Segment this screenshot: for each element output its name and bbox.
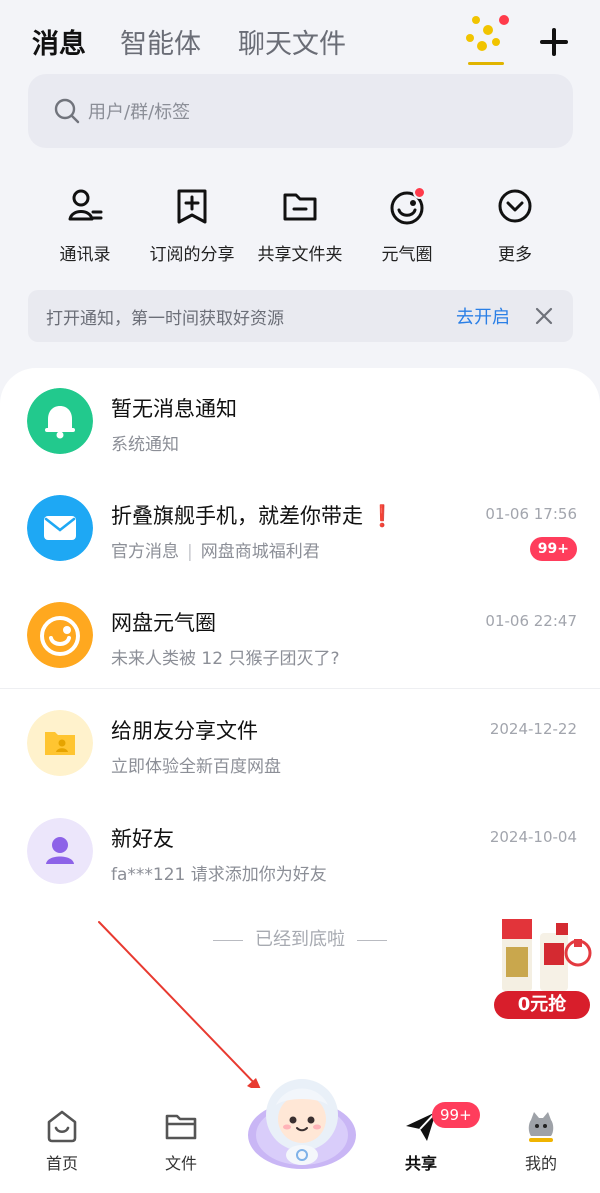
search-bar[interactable] [28,74,573,148]
list-item-subtitle: fa***121 请求添加你为好友 [111,865,327,885]
vitality-circle-dot [413,186,426,199]
official-subtitle-source: 官方消息 [111,542,179,562]
more-chevron-icon [498,189,532,223]
annotation-arrow-icon [98,921,263,1094]
list-item-new-friend[interactable]: 新好友 fa***121 请求添加你为好友 2024-10-04 [0,798,600,906]
list-item-title: 网盘元气圈 [111,611,216,635]
folder-icon [165,1114,197,1140]
list-item-time: 2024-10-04 [489,828,577,846]
list-item-time: 01-06 22:47 [485,612,577,630]
mini-game-icon[interactable] [462,12,510,68]
message-list: 暂无消息通知 系统通知 折叠旗舰手机，就差你带走 ❗ 官方消息 | 网盘商城福利君 0… [0,368,600,1193]
divider-line [357,939,387,941]
unread-badge: 99+ [529,537,577,561]
tab-files[interactable]: 文件 [141,1108,221,1174]
mail-icon [27,495,93,561]
separator: | [187,542,193,562]
divider [0,688,600,689]
tab-share-label: 共享 [404,1154,437,1173]
top-bar: 消息 智能体 聊天文件 [0,0,600,80]
quick-more-label: 更多 [498,245,532,265]
quick-contacts-label: 通讯录 [59,245,111,265]
list-item-title: 新好友 [111,827,174,851]
promo-float[interactable]: 0元抢 [490,913,600,1025]
cat-avatar-icon [528,1112,554,1142]
list-item-vitality-circle[interactable]: 网盘元气圈 未来人类被 12 只猴子团灭了? 01-06 22:47 [0,582,600,690]
quick-subscribe-share[interactable]: 订阅的分享 [137,186,247,266]
list-item-time: 2024-12-22 [489,720,577,738]
list-item-subtitle: 官方消息 | 网盘商城福利君 [111,537,320,562]
tab-home-label: 首页 [45,1154,78,1173]
list-item-subtitle: 未来人类被 12 只猴子团灭了? [111,649,340,669]
smile-circle-icon [27,602,93,668]
home-icon [47,1110,77,1143]
list-item-title: 折叠旗舰手机，就差你带走 ❗ [111,500,395,530]
share-unread-badge: 99+ [432,1102,480,1128]
tab-home[interactable]: 首页 [22,1108,102,1174]
tab-agents[interactable]: 智能体 [120,22,201,61]
list-item-title: 暂无消息通知 [111,397,237,421]
list-item-official[interactable]: 折叠旗舰手机，就差你带走 ❗ 官方消息 | 网盘商城福利君 01-06 17:56 9… [0,475,600,583]
close-icon[interactable] [534,306,554,326]
folder-user-icon [27,710,93,776]
notification-banner: 打开通知，第一时间获取好资源 去开启 [28,290,573,342]
official-subtitle-sender: 网盘商城福利君 [200,542,320,562]
search-icon [54,98,80,124]
bell-icon [27,388,93,454]
enable-notification-button[interactable]: 去开启 [456,303,510,329]
official-title-text: 折叠旗舰手机，就差你带走 [111,504,363,528]
quick-more[interactable]: 更多 [460,186,570,266]
search-input[interactable] [86,94,530,130]
contacts-icon [68,189,103,221]
quick-shared-folder-label: 共享文件夹 [257,245,343,265]
list-item-system[interactable]: 暂无消息通知 系统通知 [0,368,600,476]
quick-vitality-circle-label: 元气圈 [381,245,433,265]
shared-folder-icon [283,193,317,221]
tab-mine-label: 我的 [524,1154,557,1173]
list-item-subtitle: 立即体验全新百度网盘 [111,757,281,777]
mascot-icon[interactable] [246,1075,358,1171]
list-item-share-file[interactable]: 给朋友分享文件 立即体验全新百度网盘 2024-12-22 [0,690,600,798]
list-item-time: 01-06 17:56 [485,505,577,523]
notification-banner-text: 打开通知，第一时间获取好资源 [46,309,284,329]
person-icon [27,818,93,884]
quick-contacts[interactable]: 通讯录 [30,186,140,266]
tab-messages[interactable]: 消息 [32,22,86,61]
promo-label: 0元抢 [494,991,590,1019]
exclamation-icon: ❗ [369,504,396,528]
quick-subscribe-share-label: 订阅的分享 [149,245,235,265]
tab-mine[interactable]: 我的 [501,1108,581,1174]
quick-shared-folder[interactable]: 共享文件夹 [245,186,355,266]
list-item-subtitle: 系统通知 [111,435,179,455]
tab-chat-files[interactable]: 聊天文件 [238,22,346,61]
quick-vitality-circle[interactable]: 元气圈 [352,186,462,266]
subscribe-share-icon [177,189,207,224]
list-item-title: 给朋友分享文件 [111,719,258,743]
tab-files-label: 文件 [164,1154,197,1173]
plus-icon[interactable] [538,26,570,58]
